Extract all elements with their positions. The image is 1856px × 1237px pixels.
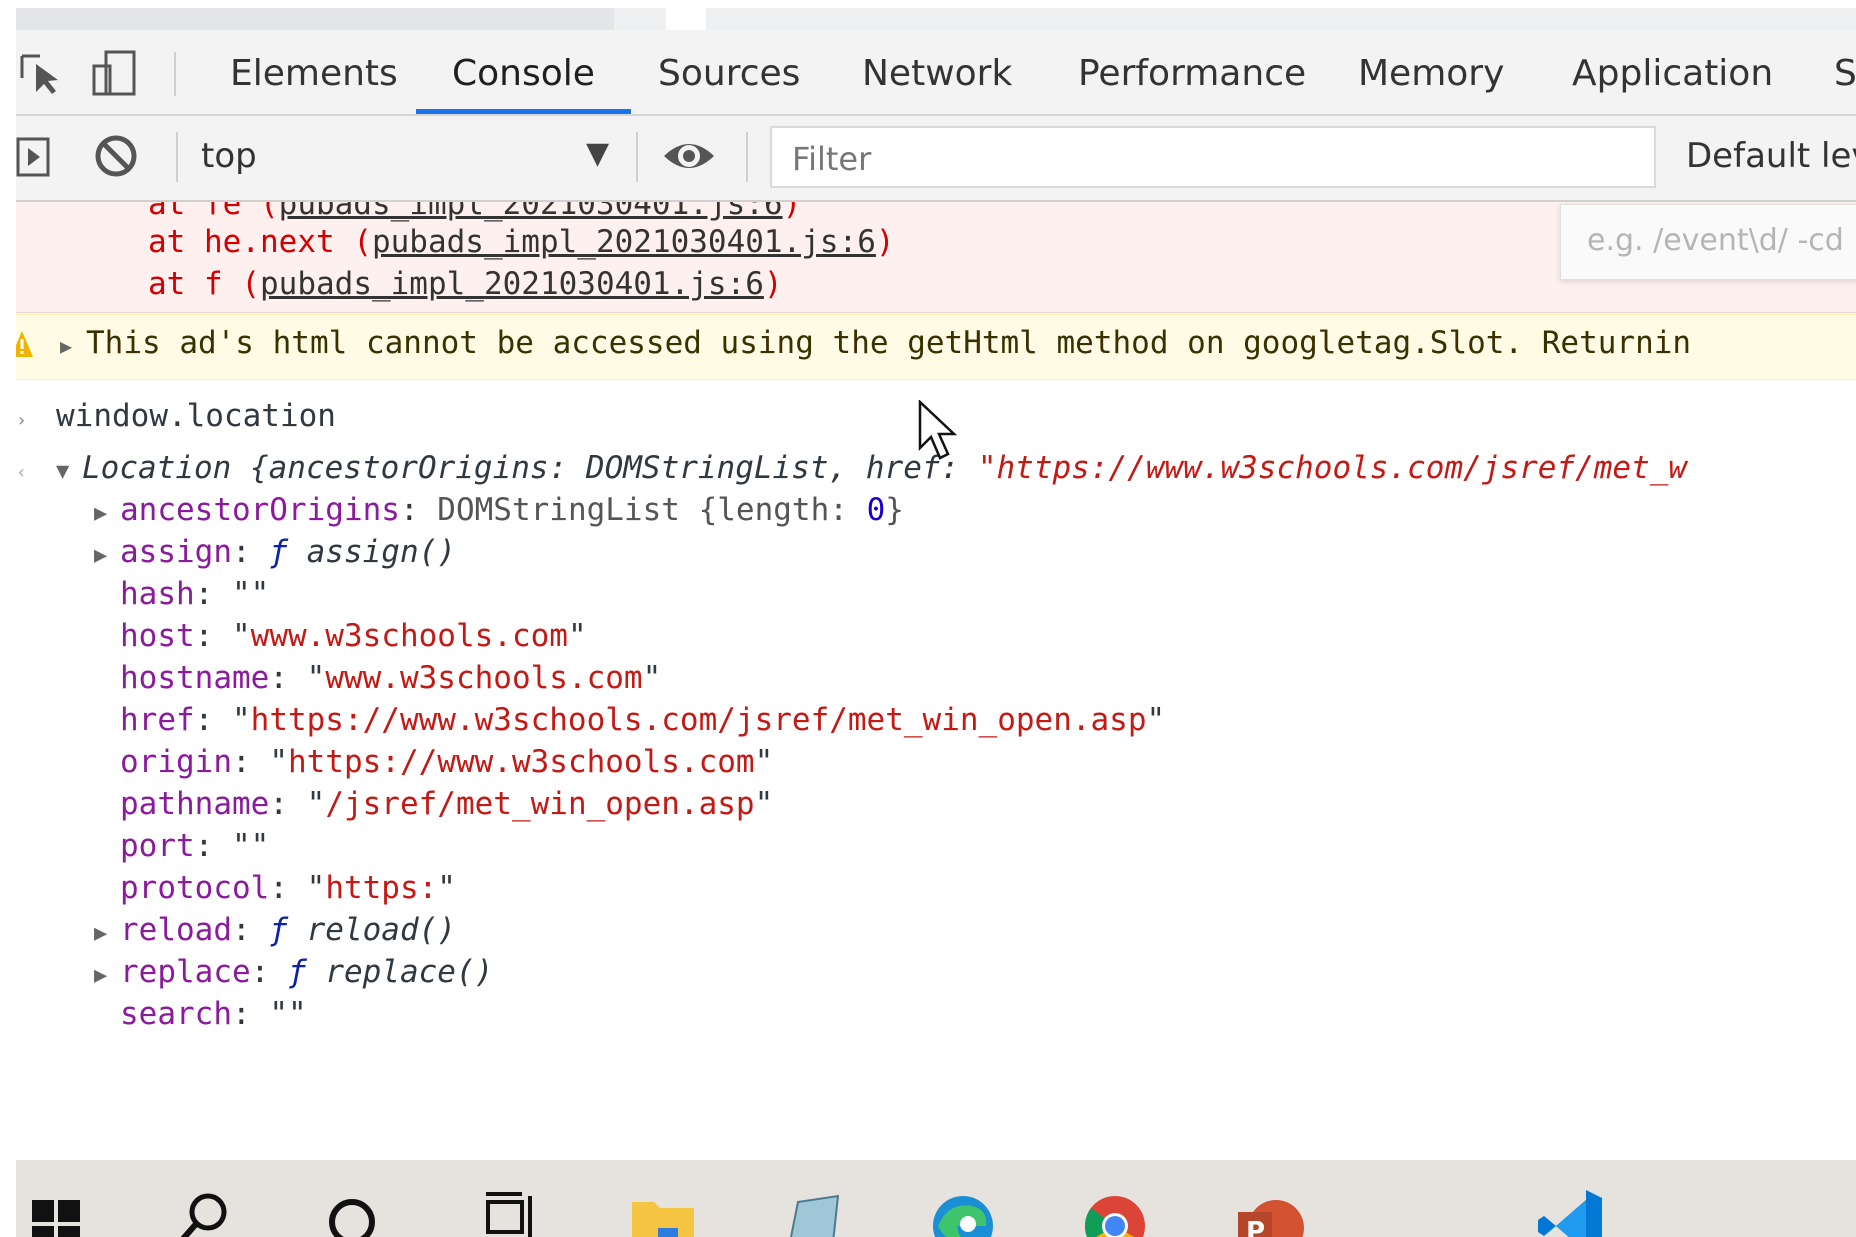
filter-hint-tooltip: e.g. /event\d/ -cd xyxy=(1560,204,1856,280)
property-row[interactable]: href: "https://www.w3schools.com/jsref/m… xyxy=(120,702,1165,738)
tab-elements[interactable]: Elements xyxy=(230,52,398,114)
windows-start-icon[interactable] xyxy=(24,1182,94,1237)
property-row[interactable]: search: "" xyxy=(120,996,307,1032)
devtools-tab-bar: Elements Console Sources Network Perform… xyxy=(16,30,1856,116)
tab-overflow[interactable]: S xyxy=(1834,52,1856,114)
property-row[interactable]: ▶ ancestorOrigins: DOMStringList {length:… xyxy=(94,492,904,528)
task-view-icon[interactable] xyxy=(476,1182,546,1237)
property-row[interactable]: host: "www.w3schools.com" xyxy=(120,618,587,654)
windows-taskbar: P xyxy=(16,1160,1856,1237)
log-levels-dropdown[interactable]: Default leve xyxy=(1686,136,1856,176)
search-icon[interactable] xyxy=(168,1182,238,1237)
warning-icon xyxy=(16,331,33,357)
source-link[interactable]: pubads_impl_2021030401.js:6 xyxy=(260,266,764,302)
live-expression-eye-icon[interactable] xyxy=(662,136,716,176)
property-row[interactable]: ▶ replace: ƒ replace() xyxy=(94,954,493,990)
function-icon: ƒ xyxy=(287,954,307,990)
edge-icon[interactable] xyxy=(928,1182,998,1237)
property-row[interactable]: port: "" xyxy=(120,828,269,864)
svg-text:P: P xyxy=(1246,1217,1265,1237)
tab-memory[interactable]: Memory xyxy=(1358,52,1504,114)
app-icon[interactable] xyxy=(776,1182,846,1237)
function-icon: ƒ xyxy=(269,912,288,948)
expand-arrow-icon[interactable]: ▶ xyxy=(94,501,120,526)
filter-box xyxy=(770,126,1656,188)
tab-console[interactable]: Console xyxy=(416,52,631,114)
stack-frame: at f (pubads_impl_2021030401.js:6) xyxy=(148,266,783,302)
console-output: at fe (pubads_impl_2021030401.js:6) at h… xyxy=(16,202,1856,1160)
function-icon: ƒ xyxy=(269,534,288,570)
stack-frame: at he.next (pubads_impl_2021030401.js:6) xyxy=(148,224,895,260)
inspect-element-icon[interactable] xyxy=(20,48,70,98)
expand-arrow-icon[interactable]: ▶ xyxy=(94,921,120,946)
property-row[interactable]: hash: "" xyxy=(120,576,269,612)
stack-frame: at fe (pubads_impl_2021030401.js:6) xyxy=(148,202,801,222)
property-row[interactable]: ▶ reload: ƒ reload() xyxy=(94,912,456,948)
prompt-icon: › xyxy=(16,410,27,431)
context-selector[interactable]: top xyxy=(201,136,257,176)
source-link[interactable]: pubads_impl_2021030401.js:6 xyxy=(372,224,876,260)
devtools-window: Elements Console Sources Network Perform… xyxy=(0,0,1856,1237)
collapse-arrow-icon[interactable]: ▼ xyxy=(56,459,82,484)
expand-arrow-icon[interactable]: ▶ xyxy=(60,334,86,358)
vscode-icon[interactable] xyxy=(1536,1182,1606,1237)
tab-network[interactable]: Network xyxy=(862,52,1012,114)
browser-tab-strip xyxy=(16,8,614,30)
powerpoint-icon[interactable]: P xyxy=(1234,1182,1304,1237)
property-row[interactable]: pathname: "/jsref/met_win_open.asp" xyxy=(120,786,773,822)
browser-top-strip xyxy=(16,8,1856,30)
result-icon: ‹ xyxy=(16,462,27,483)
console-input-line[interactable]: › window.location xyxy=(16,398,336,434)
property-row[interactable]: protocol: "https:" xyxy=(120,870,456,906)
file-explorer-icon[interactable] xyxy=(628,1182,698,1237)
cortana-icon[interactable] xyxy=(322,1182,392,1237)
show-sidebar-icon[interactable] xyxy=(16,136,52,178)
tab-application[interactable]: Application xyxy=(1572,52,1773,114)
tab-sources[interactable]: Sources xyxy=(658,52,800,114)
expand-arrow-icon[interactable]: ▶ xyxy=(94,543,120,568)
warning-message: ▶ This ad's html cannot be accessed using… xyxy=(16,314,1856,380)
warning-text[interactable]: ▶ This ad's html cannot be accessed using… xyxy=(60,325,1691,361)
chrome-icon[interactable] xyxy=(1080,1182,1150,1237)
tab-performance[interactable]: Performance xyxy=(1078,52,1306,114)
mouse-cursor-icon xyxy=(918,400,958,460)
clear-console-icon[interactable] xyxy=(92,132,140,180)
expand-arrow-icon[interactable]: ▶ xyxy=(94,963,120,988)
filter-input[interactable] xyxy=(790,136,1634,182)
property-row[interactable]: hostname: "www.w3schools.com" xyxy=(120,660,661,696)
device-toolbar-icon[interactable] xyxy=(90,48,140,98)
console-toolbar: top ▼ Default leve xyxy=(16,116,1856,202)
property-row[interactable]: ▶ assign: ƒ assign() xyxy=(94,534,456,570)
chevron-down-icon[interactable]: ▼ xyxy=(586,136,609,171)
source-link[interactable]: pubads_impl_2021030401.js:6 xyxy=(279,202,783,222)
property-row[interactable]: origin: "https://www.w3schools.com" xyxy=(120,744,773,780)
location-object-summary[interactable]: ‹ ▼ Location {ancestorOrigins: DOMStringLi… xyxy=(16,450,1687,486)
